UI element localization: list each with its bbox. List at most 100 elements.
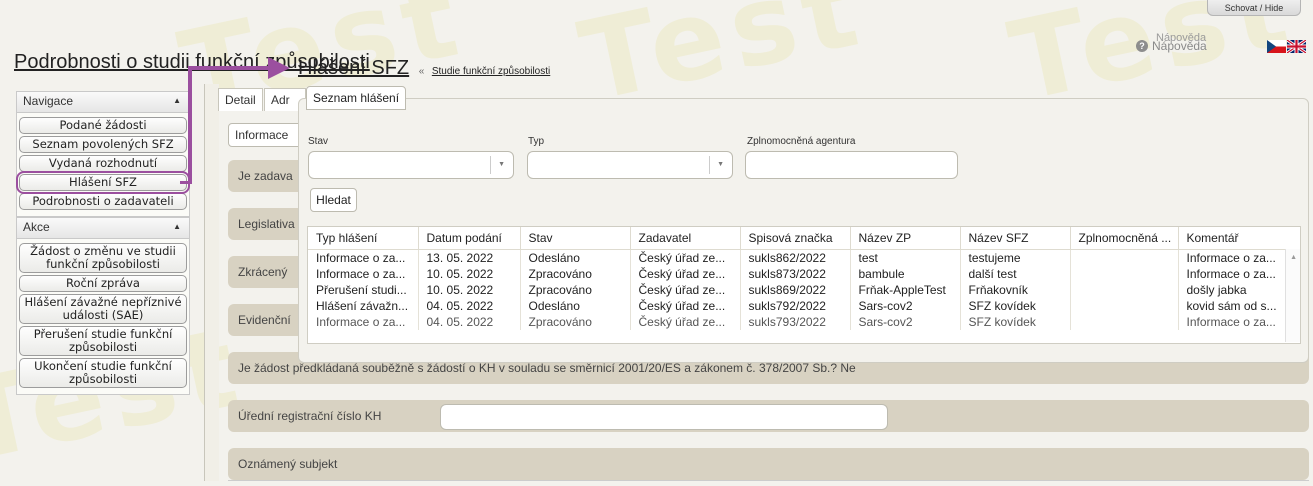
section-zkraceny: Zkrácený: [228, 256, 308, 288]
table-row[interactable]: Informace o za... 04. 05. 2022 Zpracováno Č…: [308, 314, 1300, 330]
table-scrollbar[interactable]: [1285, 249, 1300, 342]
filter-stav-label: Stav: [308, 136, 329, 147]
column-header[interactable]: Zplnomocněná ...: [1070, 227, 1179, 250]
side-navigation: Navigace ▲ Podané žádosti Seznam povolen…: [16, 91, 190, 395]
table-cell: Informace o za...: [1178, 266, 1300, 282]
czech-flag-icon[interactable]: [1267, 40, 1286, 53]
table-cell: SFZ kovídek: [960, 314, 1071, 330]
tab-detail[interactable]: Detail: [218, 88, 263, 111]
registration-number-field[interactable]: [440, 404, 888, 430]
dialog-title: Hlášení SFZ: [298, 57, 410, 79]
highlight-arrow-vertical: [188, 66, 192, 184]
highlight-arrow-head-icon: [268, 57, 290, 79]
table-cell: Český úřad ze...: [630, 314, 741, 330]
action-ukonceni-studie[interactable]: Ukončení studie funkční způsobilosti: [19, 358, 187, 388]
table-cell: došly jabka: [1178, 282, 1300, 298]
table-cell: [1070, 249, 1179, 266]
table-cell: Informace o za...: [308, 266, 419, 282]
column-header[interactable]: Název SFZ: [960, 227, 1071, 250]
section-evidencni: Evidenční: [228, 304, 308, 336]
table-cell: Zpracováno: [520, 282, 631, 298]
tab-seznam-hlaseni[interactable]: Seznam hlášení: [306, 86, 407, 110]
filter-agency-label: Zplnomocněná agentura: [747, 136, 856, 147]
reports-table: Typ hlášení Datum podání Stav Zadavatel …: [307, 226, 1301, 344]
filter-agency-input[interactable]: [745, 151, 958, 179]
nav-item-vydana-rozhodnuti[interactable]: Vydaná rozhodnutí: [19, 155, 187, 172]
subtab-informace[interactable]: Informace: [228, 123, 300, 147]
nav-header[interactable]: Navigace ▲: [16, 91, 190, 113]
scroll-up-icon[interactable]: ▲: [1290, 254, 1297, 261]
table-cell: Přerušení studi...: [308, 282, 419, 298]
collapse-icon: ▲: [173, 222, 181, 231]
table-cell: Informace o za...: [308, 249, 419, 266]
breadcrumb-link[interactable]: Studie funkční způsobilosti: [432, 66, 550, 77]
table-cell: 10. 05. 2022: [418, 266, 521, 282]
column-header[interactable]: Komentář: [1178, 227, 1300, 250]
nav-item-seznam-sfz[interactable]: Seznam povolených SFZ: [19, 136, 187, 153]
table-cell: sukls793/2022: [740, 314, 851, 330]
table-cell: Informace o za...: [1178, 249, 1300, 266]
filter-typ-select[interactable]: ▼: [527, 151, 733, 179]
table-row[interactable]: Informace o za... 13. 05. 2022 Odesláno Čes…: [308, 249, 1300, 266]
chevron-down-icon: ▼: [717, 161, 724, 168]
action-rocni-zprava[interactable]: Roční zpráva: [19, 275, 187, 292]
content-rail: [204, 84, 219, 481]
table-row[interactable]: Přerušení studi... 10. 05. 2022 Zpracováno…: [308, 282, 1300, 298]
table-cell: Zpracováno: [520, 266, 631, 282]
column-header[interactable]: Název ZP: [850, 227, 961, 250]
help-label: Nápověda: [1152, 39, 1207, 53]
hide-button[interactable]: Schovat / Hide: [1207, 0, 1301, 16]
column-header[interactable]: Stav: [520, 227, 631, 250]
action-preruseni-studie[interactable]: Přerušení studie funkční způsobilosti: [19, 326, 187, 356]
table-cell: Hlášení závažn...: [308, 298, 419, 314]
table-cell: testujeme: [960, 249, 1071, 266]
table-cell: Odesláno: [520, 249, 631, 266]
breadcrumb-separator: «: [418, 66, 425, 77]
nav-header-label: Navigace: [23, 94, 74, 108]
table-cell: Frňakovník: [960, 282, 1071, 298]
registration-label: Úřední registrační číslo KH: [238, 409, 382, 423]
table-row[interactable]: Informace o za... 10. 05. 2022 Zpracováno Č…: [308, 266, 1300, 282]
language-switcher: [1267, 40, 1306, 53]
table-cell: 10. 05. 2022: [418, 282, 521, 298]
help-link[interactable]: ? Nápověda: [1136, 39, 1207, 53]
dialog-title-bar: Hlášení SFZ « Studie funkční způsobilost…: [298, 57, 550, 80]
table-cell: Český úřad ze...: [630, 249, 741, 266]
action-zmena-studie[interactable]: Žádost o změnu ve studii funkční způsobi…: [19, 243, 187, 273]
nav-item-podane-zadosti[interactable]: Podané žádosti: [19, 117, 187, 134]
column-header[interactable]: Typ hlášení: [308, 227, 419, 250]
table-cell: Český úřad ze...: [630, 282, 741, 298]
table-cell: další test: [960, 266, 1071, 282]
table-row[interactable]: Hlášení závažn... 04. 05. 2022 Odesláno Čes…: [308, 298, 1300, 314]
nav-item-hlaseni-sfz[interactable]: Hlášení SFZ: [16, 171, 190, 194]
action-hlaseni-sae[interactable]: Hlášení závažné nepříznivé události (SAE…: [19, 294, 187, 324]
actions-header-label: Akce: [23, 220, 50, 234]
table-cell: Český úřad ze...: [630, 266, 741, 282]
uk-flag-icon[interactable]: [1287, 40, 1306, 53]
collapse-icon: ▲: [173, 96, 181, 105]
table-cell: sukls869/2022: [740, 282, 851, 298]
actions-header[interactable]: Akce ▲: [16, 217, 190, 239]
table-cell: Zpracováno: [520, 314, 631, 330]
section-zadavatel: Je zadava: [228, 160, 308, 192]
section-notified-body: Oznámený subjekt: [228, 448, 1309, 480]
table-cell: [1070, 282, 1179, 298]
search-button[interactable]: Hledat: [310, 188, 357, 212]
column-header[interactable]: Zadavatel: [630, 227, 741, 250]
filter-stav-select[interactable]: ▼: [308, 151, 514, 179]
highlight-arrow-horizontal: [188, 66, 270, 70]
help-icon: ?: [1136, 40, 1148, 52]
table-cell: sukls792/2022: [740, 298, 851, 314]
table-header-row: Typ hlášení Datum podání Stav Zadavatel …: [308, 227, 1300, 250]
chevron-down-icon: ▼: [498, 161, 505, 168]
table-cell: Informace o za...: [1178, 314, 1300, 330]
table-cell: [1070, 266, 1179, 282]
table-cell: sukls862/2022: [740, 249, 851, 266]
column-header[interactable]: Spisová značka: [740, 227, 851, 250]
nav-item-podrobnosti-zadavateli[interactable]: Podrobnosti o zadavateli: [19, 193, 187, 210]
table-cell: Sars-cov2: [850, 314, 961, 330]
column-header[interactable]: Datum podání: [418, 227, 521, 250]
nav-items: Podané žádosti Seznam povolených SFZ Vyd…: [16, 113, 190, 217]
table-cell: 13. 05. 2022: [418, 249, 521, 266]
section-legislativa: Legislativa: [228, 208, 308, 240]
